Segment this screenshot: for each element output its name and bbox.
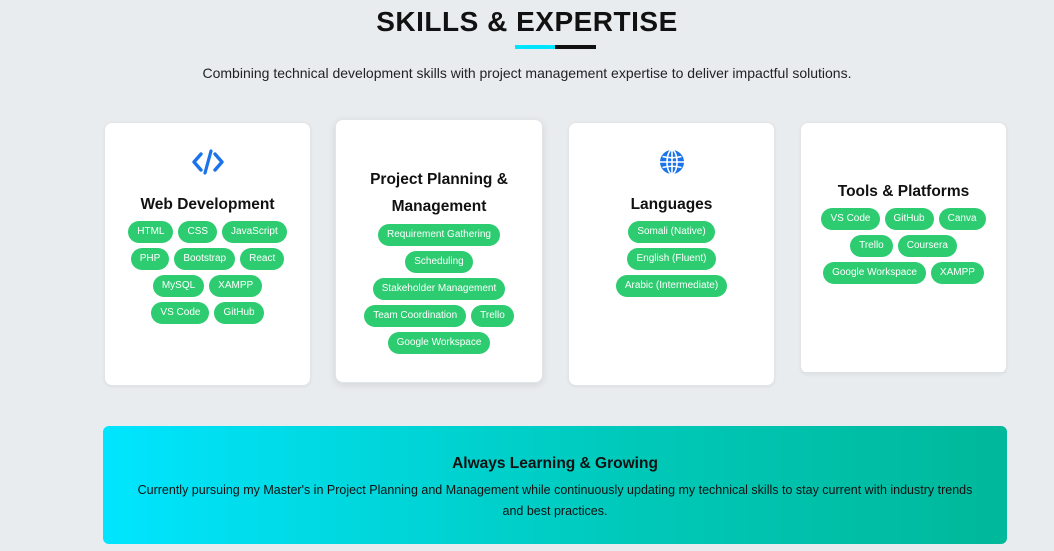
section-title: SKILLS & EXPERTISE bbox=[376, 6, 678, 37]
skill-tag: Google Workspace bbox=[823, 262, 926, 284]
banner-title: Always Learning & Growing bbox=[452, 455, 658, 472]
skill-tag: Arabic (Intermediate) bbox=[615, 275, 728, 297]
skill-card-tools-platforms: Tools & Platforms VS Code GitHub Canva Trel… bbox=[800, 122, 1007, 374]
skill-tag: Scheduling bbox=[405, 251, 473, 273]
skill-tag: Trello bbox=[471, 305, 514, 327]
tag-list: Requirement Gathering Scheduling Stakehold… bbox=[336, 224, 542, 354]
skill-tag: MySQL bbox=[152, 275, 205, 297]
card-title: Project Planning & Management bbox=[370, 171, 508, 215]
skill-tag: React bbox=[240, 248, 285, 270]
skill-tag: GitHub bbox=[214, 302, 264, 324]
card-title: Languages bbox=[630, 196, 713, 213]
skill-tag: Trello bbox=[850, 235, 893, 257]
code-icon bbox=[191, 145, 225, 179]
card-title: Tools & Platforms bbox=[837, 183, 970, 200]
tag-list: HTML CSS JavaScript PHP Bootstrap React MySQL X… bbox=[105, 221, 310, 324]
tag-list: Somali (Native) English (Fluent) Arabic (I… bbox=[569, 221, 774, 297]
skill-tag: Coursera bbox=[897, 235, 957, 257]
skill-tag: Requirement Gathering bbox=[378, 224, 500, 246]
skills-section: SKILLS & EXPERTISE Combining technical d… bbox=[0, 0, 1054, 551]
underline-dark bbox=[555, 45, 596, 49]
skill-tag: VS Code bbox=[151, 302, 210, 324]
card-divider bbox=[801, 372, 1006, 373]
skill-card-web-development: Web Development HTML CSS JavaScript PHP Boot… bbox=[104, 122, 311, 386]
skill-card-languages: Languages Somali (Native) English (Fluent… bbox=[568, 122, 775, 386]
skill-tag: XAMPP bbox=[930, 262, 984, 284]
skill-tag: Team Coordination bbox=[364, 305, 467, 327]
tag-list: VS Code GitHub Canva Trello Coursera Google W… bbox=[801, 208, 1006, 284]
skill-tag: CSS bbox=[178, 221, 218, 243]
skill-tag: HTML bbox=[128, 221, 174, 243]
section-subtitle: Combining technical development skills w… bbox=[202, 65, 852, 81]
skill-tag: Stakeholder Management bbox=[372, 278, 506, 300]
skill-card-project-planning: Project Planning & Management Requiremen… bbox=[335, 119, 543, 383]
card-title: Web Development bbox=[140, 196, 275, 213]
skill-tag: JavaScript bbox=[222, 221, 287, 243]
skill-tag: Google Workspace bbox=[387, 332, 491, 354]
skill-tag: English (Fluent) bbox=[627, 248, 716, 270]
title-underline bbox=[515, 45, 596, 49]
skill-tag: XAMPP bbox=[209, 275, 263, 297]
skill-tag: GitHub bbox=[884, 208, 934, 230]
skill-tag: PHP bbox=[130, 248, 170, 270]
globe-icon bbox=[655, 145, 689, 179]
skill-tag: VS Code bbox=[821, 208, 880, 230]
skill-tag: Somali (Native) bbox=[628, 221, 715, 243]
skill-tag: Canva bbox=[938, 208, 986, 230]
skill-tag: Bootstrap bbox=[174, 248, 236, 270]
underline-accent bbox=[515, 45, 555, 49]
learning-banner: Always Learning & Growing Currently purs… bbox=[103, 426, 1007, 544]
banner-text: Currently pursuing my Master's in Projec… bbox=[137, 483, 973, 518]
